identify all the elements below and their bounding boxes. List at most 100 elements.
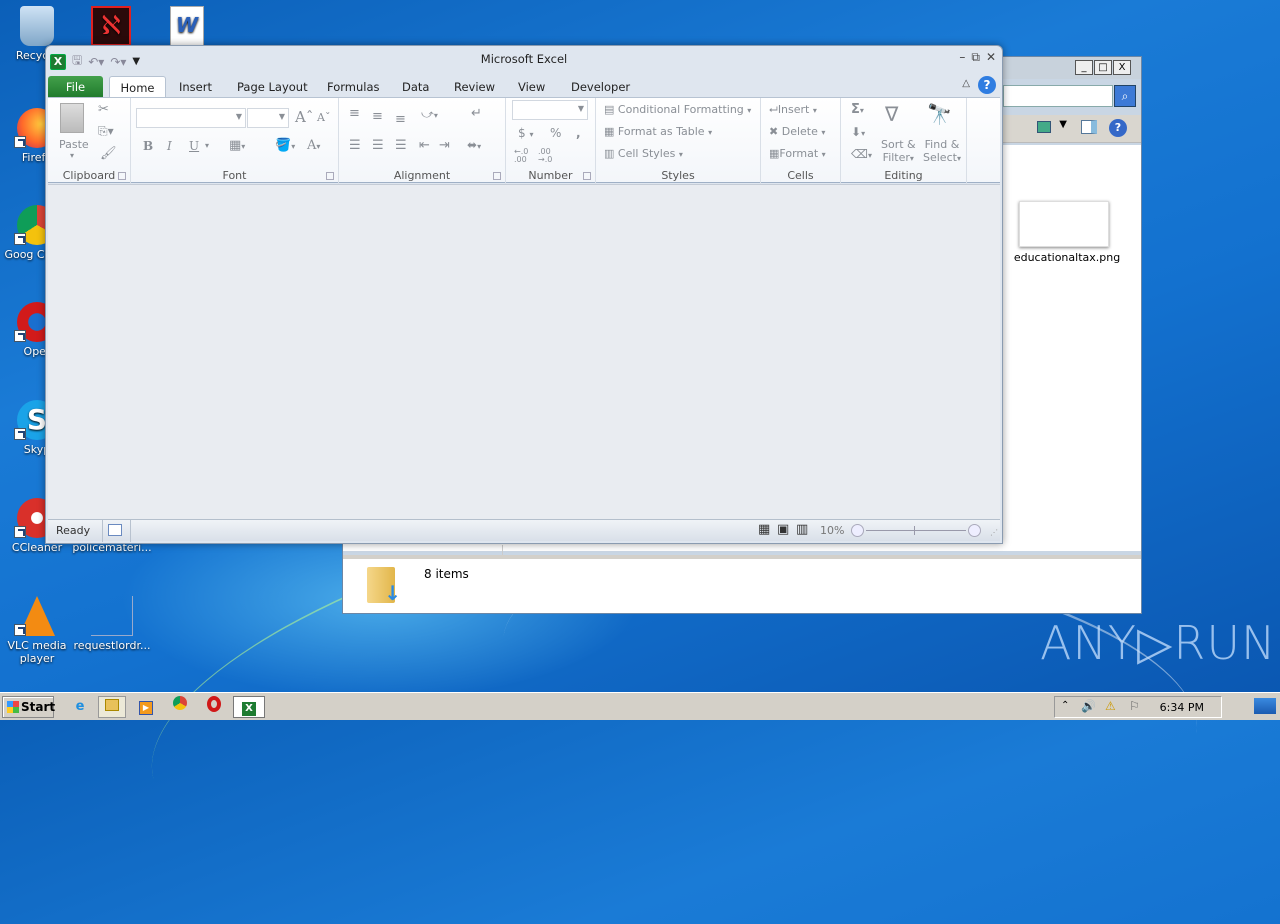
orientation-icon[interactable]: ⤻▾: [421, 107, 438, 122]
zoom-level[interactable]: 10%: [820, 524, 844, 537]
taskbar-excel-icon[interactable]: X: [233, 696, 265, 718]
middle-align-icon[interactable]: ≡: [372, 109, 383, 124]
fill-icon[interactable]: ⬇▾: [851, 125, 865, 139]
decrease-indent-icon[interactable]: ⇤: [419, 138, 430, 153]
increase-indent-icon[interactable]: ⇥: [439, 138, 450, 153]
bold-button[interactable]: B: [143, 139, 153, 153]
explorer-search-input[interactable]: [1003, 85, 1113, 107]
dialog-launcher-icon[interactable]: [583, 172, 591, 180]
tab-home[interactable]: Home: [109, 76, 166, 98]
network-warning-icon[interactable]: ⚠: [1105, 699, 1116, 713]
change-view-icon[interactable]: [1037, 121, 1051, 133]
minimize-button[interactable]: _: [1075, 60, 1093, 75]
tab-insert[interactable]: Insert: [179, 76, 212, 98]
page-layout-view-icon[interactable]: ▣: [777, 522, 789, 537]
percent-button[interactable]: %: [550, 126, 561, 140]
help-icon[interactable]: ?: [1109, 119, 1127, 137]
comma-button[interactable]: ,: [576, 126, 581, 140]
show-desktop-button[interactable]: [1254, 698, 1276, 714]
autosum-button[interactable]: Σ▾: [851, 102, 864, 117]
underline-dropdown-icon[interactable]: ▾: [205, 141, 209, 150]
cell-styles-button[interactable]: ▥ Cell Styles ▾: [604, 147, 683, 160]
merge-center-icon[interactable]: ⬌▾: [467, 138, 481, 152]
fill-color-icon[interactable]: 🪣▾: [275, 138, 295, 153]
taskbar-opera-icon[interactable]: [200, 696, 228, 718]
start-button[interactable]: Start: [2, 696, 55, 718]
macro-record-icon[interactable]: [108, 524, 122, 536]
show-hidden-icons[interactable]: ⌃: [1061, 700, 1069, 711]
font-size-select[interactable]: ▼: [247, 108, 289, 128]
format-cells-button[interactable]: ▦Format ▾: [769, 147, 826, 160]
preview-pane-icon[interactable]: [1081, 120, 1097, 134]
view-dropdown-icon[interactable]: ▼: [1059, 119, 1067, 130]
top-align-icon[interactable]: ≡: [349, 106, 360, 121]
help-icon[interactable]: ?: [978, 76, 996, 94]
tab-data[interactable]: Data: [402, 76, 429, 98]
zoom-in-button[interactable]: [968, 524, 981, 537]
align-center-icon[interactable]: ☰: [372, 138, 384, 153]
insert-cells-button[interactable]: ⮠Insert ▾: [769, 103, 817, 117]
close-icon[interactable]: ✕: [986, 50, 996, 65]
zoom-slider[interactable]: [866, 530, 966, 531]
font-color-button[interactable]: A▾: [307, 138, 320, 153]
grow-font-button[interactable]: Aˆ: [295, 108, 313, 126]
tab-formulas[interactable]: Formulas: [327, 76, 380, 98]
tab-view[interactable]: View: [518, 76, 545, 98]
desktop-icon-requestlordr[interactable]: requestlordr...: [72, 596, 152, 652]
taskbar-media-player-icon[interactable]: ▶: [132, 696, 160, 718]
action-center-flag-icon[interactable]: ⚐: [1129, 699, 1140, 713]
align-right-icon[interactable]: ☰: [395, 138, 407, 153]
dialog-launcher-icon[interactable]: [326, 172, 334, 180]
underline-button[interactable]: U: [189, 139, 199, 153]
page-break-view-icon[interactable]: ▥: [796, 522, 808, 537]
dialog-launcher-icon[interactable]: [118, 172, 126, 180]
resize-grip-icon[interactable]: ⋰: [990, 528, 998, 537]
taskbar-explorer-icon[interactable]: [98, 696, 126, 718]
find-select-button[interactable]: Find & Select▾: [923, 138, 961, 165]
search-icon[interactable]: ⌕: [1114, 85, 1136, 107]
number-format-select[interactable]: ▼: [512, 100, 588, 120]
align-left-icon[interactable]: ☰: [349, 138, 361, 153]
zoom-out-button[interactable]: [851, 524, 864, 537]
increase-decimal-button[interactable]: ←.0 .00: [514, 148, 536, 164]
clock[interactable]: 6:34 PM: [1160, 701, 1204, 714]
bottom-align-icon[interactable]: ≡: [395, 112, 406, 127]
minimize-icon[interactable]: –: [959, 50, 965, 65]
tab-file[interactable]: File: [48, 76, 103, 98]
taskbar-chrome-icon[interactable]: [166, 696, 194, 718]
currency-button[interactable]: $ ▾: [518, 126, 533, 140]
desktop-icon-acrobat[interactable]: ℵ: [74, 6, 148, 49]
sort-filter-button[interactable]: Sort & Filter▾: [881, 138, 916, 165]
borders-icon[interactable]: ▦▾: [229, 138, 245, 153]
paste-icon[interactable]: [60, 103, 84, 133]
desktop-icon-word-doc[interactable]: W: [150, 6, 224, 49]
normal-view-icon[interactable]: ▦: [758, 522, 770, 537]
format-as-table-button[interactable]: ▦ Format as Table ▾: [604, 125, 712, 138]
tab-page-layout[interactable]: Page Layout: [237, 76, 308, 98]
zoom-slider-thumb[interactable]: [914, 526, 915, 535]
shrink-font-button[interactable]: Aˇ: [317, 111, 330, 124]
maximize-button[interactable]: □: [1094, 60, 1112, 75]
collapse-ribbon-icon[interactable]: △: [962, 78, 970, 89]
restore-icon[interactable]: ⧉: [971, 50, 980, 65]
copy-icon[interactable]: ⎘▾: [98, 124, 114, 139]
tab-developer[interactable]: Developer: [571, 76, 630, 98]
clear-icon[interactable]: ⌫▾: [851, 147, 872, 161]
file-name[interactable]: educationaltax.png: [1007, 251, 1127, 264]
dialog-launcher-icon[interactable]: [493, 172, 501, 180]
conditional-formatting-button[interactable]: ▤ Conditional Formatting ▾: [604, 103, 751, 116]
taskbar-ie-icon[interactable]: e: [66, 696, 94, 718]
format-painter-icon[interactable]: 🖌: [100, 146, 117, 161]
paste-dropdown-icon[interactable]: ▾: [70, 151, 74, 160]
decrease-decimal-button[interactable]: .00 →.0: [538, 148, 560, 164]
volume-icon[interactable]: 🔊: [1081, 699, 1096, 713]
font-name-select[interactable]: ▼: [136, 108, 246, 128]
wrap-text-icon[interactable]: ↵: [471, 106, 482, 121]
desktop-icon-vlc[interactable]: VLC media player: [0, 596, 74, 665]
tab-review[interactable]: Review: [454, 76, 495, 98]
delete-cells-button[interactable]: ✖ Delete ▾: [769, 125, 825, 138]
paste-button[interactable]: Paste: [59, 138, 89, 151]
cut-icon[interactable]: ✂: [98, 102, 109, 117]
close-button[interactable]: X: [1113, 60, 1131, 75]
italic-button[interactable]: I: [167, 139, 172, 153]
